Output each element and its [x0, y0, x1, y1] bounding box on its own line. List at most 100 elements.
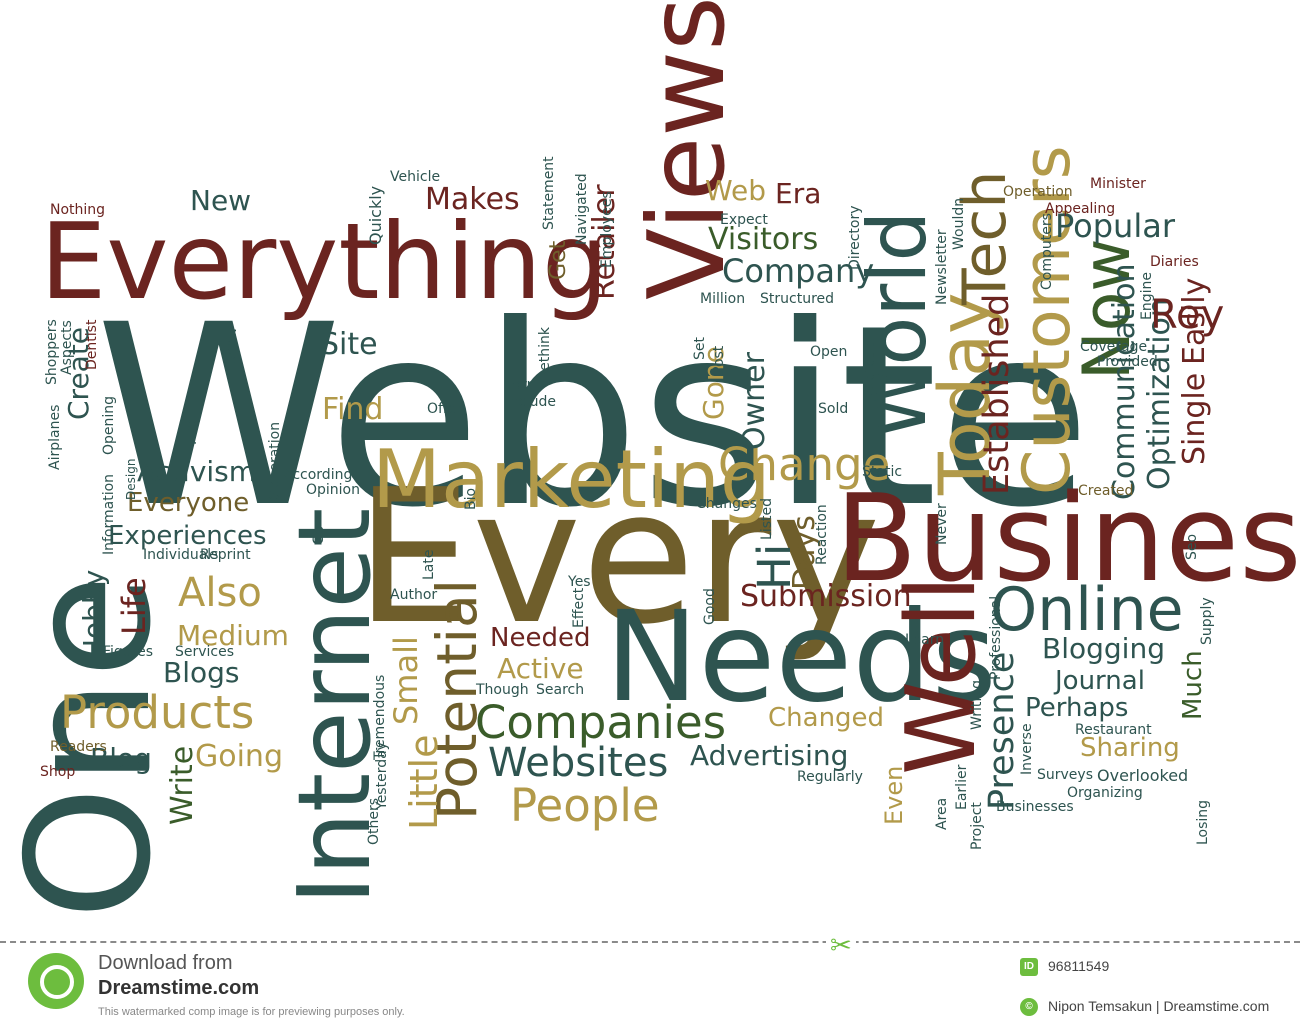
- cloud-word: Operation: [1003, 184, 1073, 200]
- cloud-word: Design: [124, 458, 138, 500]
- cloud-word: Activism: [137, 455, 257, 488]
- cloud-word: Structured: [760, 291, 835, 307]
- cloud-word: Businesses: [996, 799, 1074, 815]
- cloud-word: Quickly: [366, 185, 385, 245]
- cloud-word: According: [283, 467, 353, 483]
- cloud-word: Owner: [737, 352, 772, 450]
- cloud-word: Coverage: [1080, 339, 1148, 355]
- cloud-word: Wouldn: [951, 197, 967, 250]
- cloud-word: Expect: [720, 212, 768, 228]
- cloud-word: Visitors: [708, 222, 819, 257]
- cloud-word: Appealing: [1045, 201, 1116, 217]
- cloud-word: Diaries: [1150, 254, 1199, 270]
- cloud-word: Employees: [599, 191, 615, 268]
- cloud-word: Opinion: [306, 482, 360, 498]
- cloud-word: Surveys: [1037, 767, 1093, 783]
- cloud-word: Airplanes: [47, 404, 63, 470]
- cloud-word: Losing: [1195, 799, 1211, 845]
- cloud-word: Shoppers: [44, 319, 60, 385]
- cloud-word: Communication: [1107, 263, 1142, 500]
- cloud-word: Internet: [276, 507, 393, 905]
- cloud-word: Individuals: [143, 547, 219, 563]
- cloud-word: Write: [165, 745, 200, 825]
- cloud-word: Never: [934, 503, 950, 545]
- download-from-label: Download from: [98, 952, 233, 974]
- cloud-word: Offer: [427, 401, 463, 417]
- cloud-word: Go: [311, 525, 327, 545]
- cloud-word: People: [510, 779, 660, 832]
- cloud-word: Advertising: [690, 739, 849, 772]
- cloud-word: Site: [320, 327, 378, 362]
- cloud-word: Shop: [40, 764, 76, 780]
- cloud-word: Websites: [488, 740, 669, 786]
- preview-note: This watermarked comp image is for previ…: [98, 1006, 405, 1018]
- cloud-word: Opening: [101, 395, 117, 455]
- word-cloud: WebsiteEveryBusinessOneInternetNeedsEver…: [0, 0, 1300, 935]
- cloud-word: Needed: [490, 623, 591, 653]
- cloud-word: Everyone: [127, 488, 250, 518]
- cloud-word: Much: [1178, 650, 1208, 720]
- cloud-word: Figures: [103, 644, 154, 660]
- cloud-word: Set: [692, 337, 708, 360]
- cloud-word: Little: [402, 734, 446, 830]
- cloud-word: Directory: [847, 205, 863, 270]
- cloud-word: Life: [115, 577, 153, 635]
- cloud-word: Web: [705, 174, 767, 207]
- cloud-word: Navigated: [574, 173, 590, 245]
- cloud-word: Regularly: [797, 769, 863, 785]
- cloud-word: Provided: [1097, 354, 1158, 370]
- cloud-word: Organizing: [1067, 785, 1143, 801]
- image-id: 96811549: [1048, 958, 1110, 974]
- cloud-word: Post: [711, 345, 727, 375]
- cloud-word: Services: [175, 644, 235, 660]
- cloud-word: Find: [322, 392, 384, 427]
- cloud-word: Sold: [818, 401, 849, 417]
- cloud-word: Nothing: [50, 202, 106, 218]
- cloud-word: Information: [101, 473, 117, 555]
- author-credit: Nipon Temsakun | Dreamstime.com: [1048, 998, 1270, 1014]
- cloud-word: Engine: [1139, 272, 1155, 320]
- cloud-word: Listed: [759, 498, 775, 540]
- cloud-word: Experiences: [108, 521, 267, 551]
- cloud-word: Dentist: [84, 319, 100, 370]
- cloud-word: Changes: [696, 496, 757, 512]
- cloud-word: Million: [700, 291, 746, 307]
- cloud-word: Project: [969, 802, 985, 850]
- cloud-word: Learn: [905, 632, 945, 648]
- cloud-word: Search: [536, 682, 585, 698]
- cloud-word: Aspects: [59, 320, 75, 375]
- cloud-word: Seo: [1184, 533, 1200, 560]
- cloud-word: Writing: [969, 680, 985, 730]
- cloud-word: Blogs: [163, 656, 240, 689]
- cloud-word: Inverse: [1019, 723, 1035, 775]
- cut-line: [0, 941, 1300, 943]
- cloud-word: Professional: [988, 595, 1004, 680]
- brand-name[interactable]: Dreamstime.com: [98, 977, 259, 1000]
- cloud-word: Available: [863, 340, 877, 395]
- cloud-word: Changed: [768, 703, 885, 733]
- cloud-word: New: [190, 184, 252, 217]
- cloud-word: Though: [476, 682, 529, 698]
- cloud-word: Easily: [1177, 277, 1212, 365]
- cloud-word: Generation: [267, 421, 283, 500]
- cloud-word: Computers: [1039, 213, 1055, 290]
- cloud-word: Vehicle: [390, 169, 441, 185]
- cloud-word: Created: [1078, 483, 1134, 499]
- scissors-icon: ✂: [826, 931, 856, 961]
- cloud-word: Small: [387, 636, 425, 725]
- cloud-word: Show: [224, 327, 240, 365]
- cloud-word: Online: [990, 575, 1184, 645]
- watermark-bar: ✂ Download from Dreamstime.com This wate…: [0, 931, 1300, 1029]
- cloud-word: Single: [1177, 372, 1212, 465]
- cloud-word: Products: [60, 686, 255, 739]
- cloud-word: Everything: [40, 201, 609, 323]
- cloud-word: Perhaps: [1025, 693, 1129, 723]
- cloud-word: Readers: [50, 739, 107, 755]
- cloud-word: Reaction: [814, 504, 830, 565]
- cloud-word: Going: [195, 739, 283, 774]
- cloud-word: Open: [810, 344, 848, 360]
- cloud-word: Static: [862, 464, 903, 480]
- cloud-word: Supply: [1199, 597, 1215, 645]
- cloud-word: Free: [184, 415, 200, 445]
- dreamstime-logo-icon: [28, 953, 84, 1009]
